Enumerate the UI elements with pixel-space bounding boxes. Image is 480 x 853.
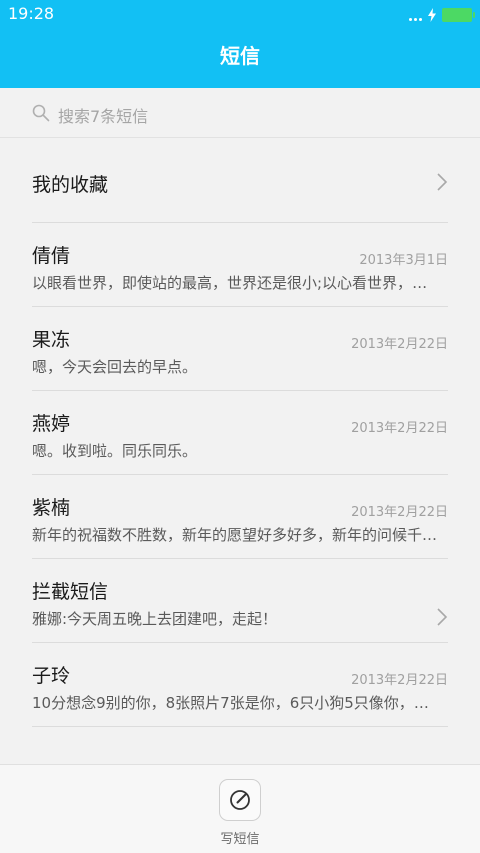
message-date: 2013年2月22日	[351, 337, 448, 352]
conversation-row[interactable]: 倩倩 2013年3月1日 以眼看世界，即使站的最高，世界还是很小;以心看世界，世…	[32, 223, 448, 307]
message-preview: 雅娜:今天周五晚上去团建吧，走起！	[32, 610, 278, 628]
status-time: 19:28	[8, 4, 55, 23]
search-icon	[32, 104, 50, 122]
conversation-row[interactable]: 果冻 2013年2月22日 嗯，今天会回去的早点。	[32, 307, 448, 391]
status-icons	[409, 6, 475, 24]
conversation-row[interactable]: 燕婷 2013年2月22日 嗯。收到啦。同乐同乐。	[32, 391, 448, 475]
message-preview: 以眼看世界，即使站的最高，世界还是很小;以心看世界，世界再大也不过在心中。	[32, 274, 438, 292]
message-preview: 嗯，今天会回去的早点。	[32, 358, 198, 376]
blocked-messages-row[interactable]: 拦截短信 雅娜:今天周五晚上去团建吧，走起！	[32, 559, 448, 643]
search-bar[interactable]: 搜索7条短信	[0, 88, 480, 138]
message-date: 2013年2月22日	[351, 673, 448, 688]
message-preview: 新年的祝福数不胜数，新年的愿望好多好多，新年的问候千言万语	[32, 526, 438, 544]
message-date: 2013年2月22日	[351, 505, 448, 520]
contact-name: 紫楠	[32, 497, 71, 519]
favorites-item[interactable]: 我的收藏	[32, 139, 448, 223]
conversation-row[interactable]: 子玲 2013年2月22日 10分想念9别的你，8张照片7张是你，6只小狗5只像…	[32, 643, 448, 727]
message-date: 2013年2月22日	[351, 421, 448, 436]
page-title: 短信	[220, 44, 260, 68]
search-input[interactable]: 搜索7条短信	[58, 103, 148, 127]
conversation-list: 我的收藏 倩倩 2013年3月1日 以眼看世界，即使站的最高，世界还是很小;以心…	[0, 139, 480, 727]
compose-icon	[230, 790, 250, 810]
contact-name: 子玲	[32, 665, 71, 687]
compose-label[interactable]: 写短信	[0, 828, 480, 847]
message-preview: 嗯。收到啦。同乐同乐。	[32, 442, 198, 460]
status-bar: 19:28	[0, 0, 480, 30]
chevron-right-icon	[437, 173, 448, 191]
contact-name: 倩倩	[32, 245, 71, 267]
charging-icon	[428, 8, 436, 22]
bottom-bar: 写短信	[0, 764, 480, 853]
message-date: 2013年3月1日	[359, 253, 448, 268]
chevron-right-icon	[437, 608, 448, 626]
blocked-messages-label: 拦截短信	[32, 581, 109, 603]
contact-name: 燕婷	[32, 413, 71, 435]
conversation-row[interactable]: 紫楠 2013年2月22日 新年的祝福数不胜数，新年的愿望好多好多，新年的问候千…	[32, 475, 448, 559]
signal-icon	[409, 9, 422, 21]
contact-name: 果冻	[32, 329, 71, 351]
message-preview: 10分想念9别的你，8张照片7张是你，6只小狗5只像你，4处寻你	[32, 694, 438, 712]
header: 19:28 短信	[0, 0, 480, 88]
battery-icon	[442, 8, 475, 22]
compose-button[interactable]	[219, 779, 261, 821]
favorites-label: 我的收藏	[32, 174, 109, 196]
